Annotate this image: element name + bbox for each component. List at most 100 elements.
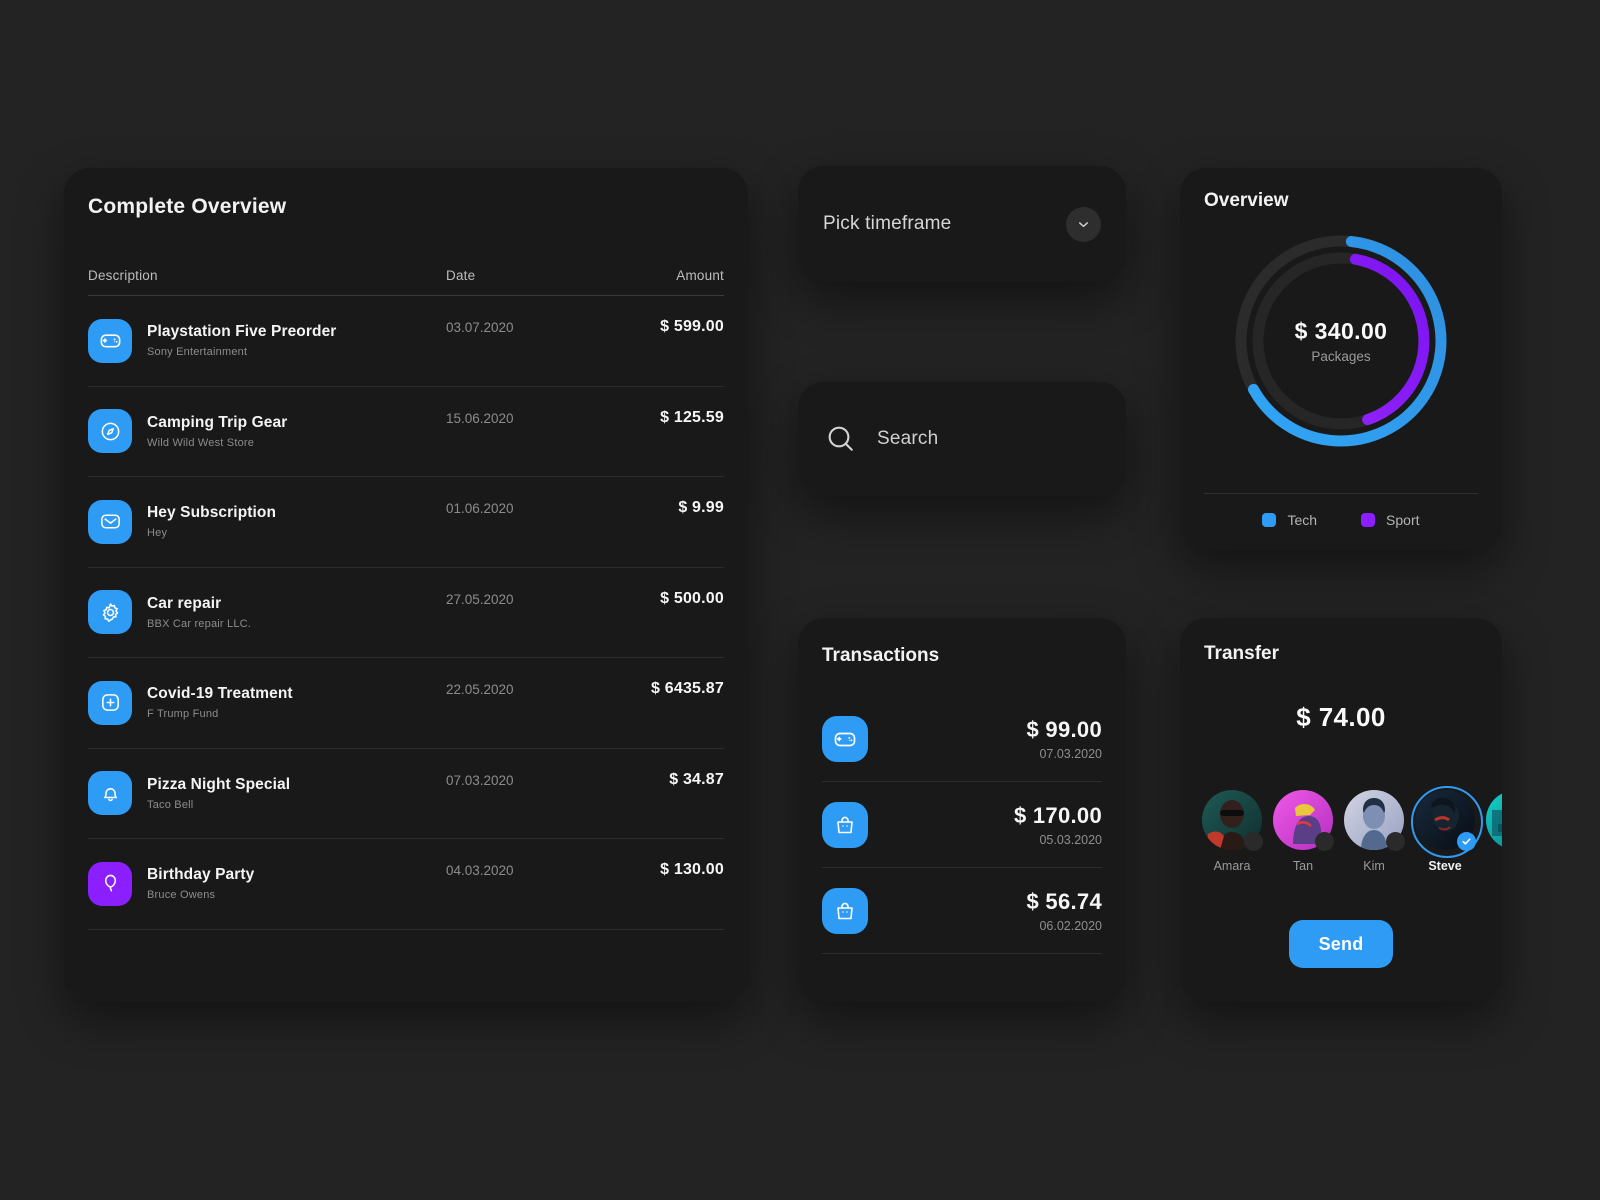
avatar-wrap[interactable]: [1411, 786, 1483, 858]
table-row[interactable]: Covid-19 Treatment F Trump Fund 22.05.20…: [88, 658, 724, 749]
table-row[interactable]: Playstation Five Preorder Sony Entertain…: [88, 296, 724, 387]
row-title: Car repair: [147, 594, 222, 612]
search-row: [824, 382, 1106, 496]
row-text: Birthday Party Bruce Owens: [147, 866, 254, 901]
donut-title: Overview: [1204, 190, 1289, 211]
row-amount: $ 34.87: [669, 770, 724, 788]
avatar-wrap[interactable]: [1273, 790, 1334, 851]
transaction-amount: $ 56.74: [1026, 888, 1102, 914]
row-description-cell: Covid-19 Treatment F Trump Fund: [88, 680, 446, 725]
row-text: Hey Subscription Hey: [147, 504, 276, 539]
row-description-cell: Birthday Party Bruce Owens: [88, 861, 446, 906]
compass-icon: [88, 409, 132, 454]
list-item[interactable]: $ 170.00 05.03.2020: [822, 782, 1102, 868]
legend-label-sport: Sport: [1386, 512, 1420, 528]
legend-swatch-sport: [1361, 513, 1376, 527]
chevron-down-icon[interactable]: [1066, 206, 1101, 242]
row-title: Covid-19 Treatment: [147, 685, 293, 703]
row-amount: $ 125.59: [660, 408, 724, 426]
row-description-cell: Hey Subscription Hey: [88, 499, 446, 544]
row-description-cell: Pizza Night Special Taco Bell: [88, 771, 446, 816]
recipient-tan[interactable]: Tan: [1273, 790, 1334, 873]
transaction-values: $ 99.00 07.03.2020: [1026, 717, 1102, 761]
plus-box-icon: [88, 680, 132, 725]
transaction-date: 05.03.2020: [1039, 832, 1102, 847]
recipient-name: Kim: [1363, 859, 1385, 873]
transaction-values: $ 56.74 06.02.2020: [1026, 889, 1102, 933]
transfer-recipients: Amara Tan Kim Steve: [1202, 786, 1502, 873]
legend-label-tech: Tech: [1287, 512, 1318, 528]
recipient-kim[interactable]: Kim: [1344, 790, 1405, 873]
avatar: [1486, 790, 1502, 850]
row-amount: $ 9.99: [678, 499, 724, 516]
row-date: 03.07.2020: [446, 320, 514, 335]
transfer-card: Transfer $ 74.00 Amara Tan Kim Steve Sen…: [1180, 618, 1502, 1002]
shopping-bag-icon: [822, 801, 868, 848]
recipient-amara[interactable]: Amara: [1202, 790, 1263, 873]
avatar-wrap[interactable]: [1344, 790, 1405, 851]
table-header-row: Description Date Amount: [88, 268, 724, 296]
row-merchant: F Trump Fund: [147, 708, 219, 721]
avatar-wrap[interactable]: [1202, 790, 1263, 851]
row-text: Pizza Night Special Taco Bell: [147, 776, 290, 811]
gear-icon: [88, 590, 132, 635]
donut-value: $ 340.00: [1294, 318, 1388, 344]
shopping-bag-icon: [822, 887, 868, 934]
row-title: Pizza Night Special: [147, 775, 291, 793]
row-date: 01.06.2020: [446, 501, 514, 516]
legend-swatch-tech: [1262, 513, 1277, 527]
bell-icon: [88, 771, 132, 816]
row-merchant: Taco Bell: [147, 798, 194, 811]
row-description-cell: Playstation Five Preorder Sony Entertain…: [88, 318, 446, 363]
selection-badge: [1244, 832, 1263, 851]
search-icon: [824, 422, 858, 456]
recipient-name: Steve: [1428, 859, 1462, 873]
transaction-amount: $ 170.00: [1013, 802, 1102, 828]
row-amount: $ 599.00: [660, 318, 724, 335]
search-card[interactable]: [798, 382, 1126, 496]
list-item[interactable]: $ 56.74 06.02.2020: [822, 868, 1102, 954]
row-date: 22.05.2020: [446, 682, 514, 697]
donut-legend: Tech Sport: [1204, 493, 1478, 528]
list-item[interactable]: $ 99.00 07.03.2020: [822, 696, 1102, 782]
transaction-date: 06.02.2020: [1039, 918, 1102, 933]
timeframe-label: Pick timeframe: [823, 213, 952, 234]
transfer-title: Transfer: [1204, 643, 1279, 664]
transaction-values: $ 170.00 05.03.2020: [1014, 803, 1102, 847]
legend-item-tech[interactable]: Tech: [1262, 512, 1317, 528]
recipient-name: Tan: [1292, 859, 1314, 873]
transactions-card: Transactions $ 99.00 07.03.2020 $ 170.00…: [798, 618, 1126, 1002]
row-date: 27.05.2020: [446, 591, 514, 607]
donut-label: Packages: [1311, 349, 1371, 364]
table-row[interactable]: Hey Subscription Hey 01.06.2020 $ 9.99: [88, 477, 724, 568]
row-merchant: BBX Car repair LLC.: [147, 617, 252, 630]
recipient-steve[interactable]: Steve: [1411, 786, 1483, 873]
table-row[interactable]: Car repair BBX Car repair LLC. 27.05.202…: [88, 568, 724, 658]
table-row[interactable]: Birthday Party Bruce Owens 04.03.2020 $ …: [88, 839, 724, 930]
search-input[interactable]: [877, 428, 1077, 450]
row-merchant: Bruce Owens: [147, 889, 216, 902]
recipient-m[interactable]: M: [1486, 790, 1502, 873]
table-row[interactable]: Camping Trip Gear Wild Wild West Store 1…: [88, 387, 724, 477]
legend-item-sport[interactable]: Sport: [1361, 512, 1420, 528]
row-text: Covid-19 Treatment F Trump Fund: [147, 685, 293, 720]
row-description-cell: Camping Trip Gear Wild Wild West Store: [88, 409, 446, 454]
row-date: 15.06.2020: [446, 410, 514, 426]
avatar-wrap[interactable]: [1486, 790, 1502, 850]
row-title: Birthday Party: [147, 866, 255, 884]
overview-donut-card: Overview $ 340.00 Packages Tech Sport: [1180, 168, 1502, 550]
transaction-amount: $ 99.00: [1026, 716, 1102, 742]
selection-badge: [1386, 832, 1405, 851]
pick-timeframe-card[interactable]: Pick timeframe: [798, 166, 1126, 282]
transactions-list: $ 99.00 07.03.2020 $ 170.00 05.03.2020 $…: [822, 696, 1102, 954]
overview-table: Description Date Amount Playstation Five…: [88, 268, 724, 930]
table-row[interactable]: Pizza Night Special Taco Bell 07.03.2020…: [88, 749, 724, 839]
selection-badge: [1315, 832, 1334, 851]
column-header-date: Date: [446, 268, 476, 283]
row-text: Camping Trip Gear Wild Wild West Store: [147, 414, 287, 449]
donut-chart: $ 340.00 Packages: [1226, 226, 1456, 456]
column-header-amount: Amount: [676, 268, 724, 283]
recipient-name: Amara: [1213, 859, 1251, 873]
send-button[interactable]: Send: [1289, 920, 1393, 968]
row-date: 04.03.2020: [446, 863, 514, 878]
